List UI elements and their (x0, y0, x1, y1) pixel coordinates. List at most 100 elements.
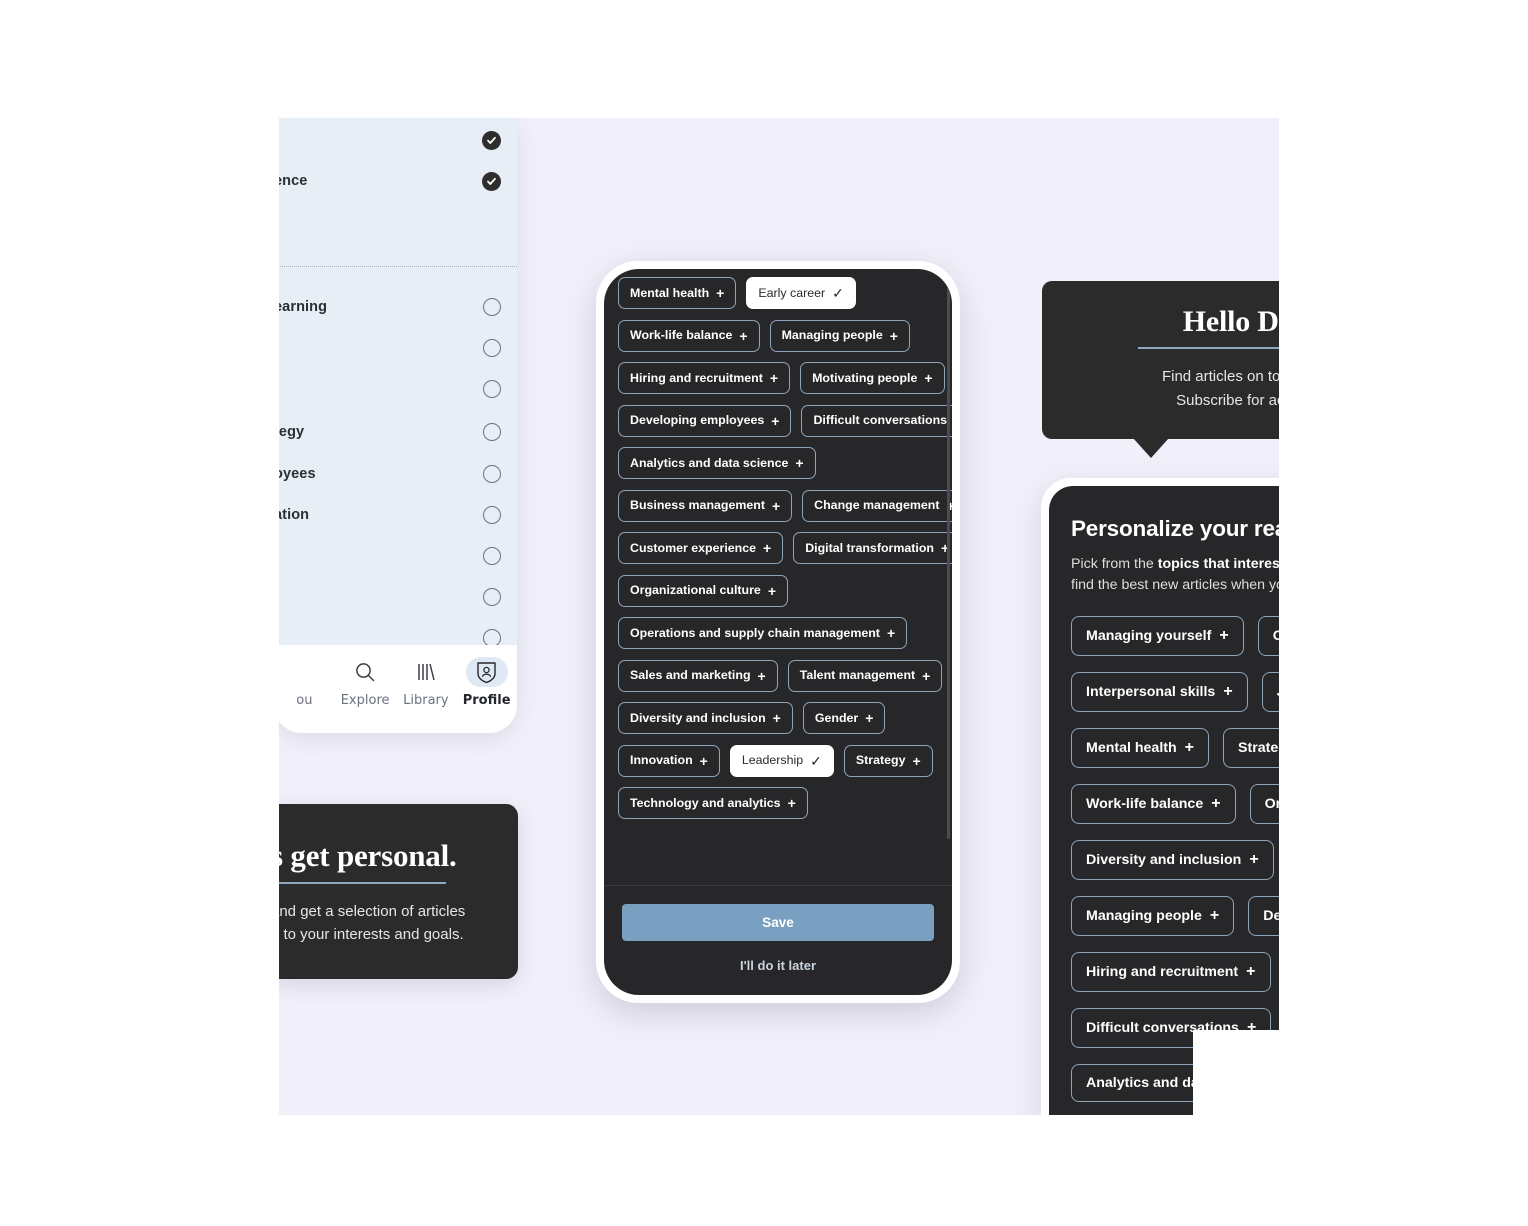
topic-chip[interactable]: Work-life balance + (1071, 784, 1236, 825)
topic-chip[interactable]: Digital transformation + (793, 532, 952, 564)
tab-explore[interactable]: Explore (335, 657, 396, 708)
topic-chip[interactable]: Managing people + (769, 319, 910, 352)
plus-icon: + (772, 710, 781, 726)
topic-chip[interactable]: Gender + (802, 702, 886, 734)
hello-rule (1138, 347, 1279, 349)
topic-chip[interactable]: Work-life balance + (618, 319, 760, 352)
topic-chip[interactable]: Technology and analytics + (618, 787, 808, 819)
topic-chip[interactable]: Hiring and recruitment + (1071, 952, 1271, 993)
list-item[interactable]: earning (279, 293, 517, 321)
topic-chip[interactable]: Mental health + (1071, 728, 1209, 769)
topic-chip[interactable]: Managing yourself + (1071, 616, 1244, 657)
topic-chip[interactable]: Strategy+ (1223, 728, 1279, 769)
personalize-chip-row: Interpersonal skills + Job searc (1071, 672, 1279, 713)
topic-chip[interactable]: Motivating people + (800, 362, 945, 394)
radio-unchecked-icon[interactable] (483, 547, 501, 565)
radio-unchecked-icon[interactable] (483, 380, 501, 398)
topic-chip-row: Hiring and recruitment + Motivating people… (618, 362, 945, 394)
topic-chip-label: Talent management (799, 668, 916, 683)
topic-chip-label: Work-life balance (630, 328, 733, 343)
topic-chip[interactable]: Managing people + (1071, 896, 1235, 937)
radio-unchecked-icon[interactable] (483, 465, 501, 483)
list-item-label: oyees (279, 466, 316, 482)
personalize-chip-row: Hiring and recruitment+Motiv (1071, 952, 1279, 993)
topic-chip[interactable]: Diversity and inclusion + (618, 702, 793, 734)
topic-chip[interactable]: Strategy+ (843, 744, 933, 777)
save-button[interactable]: Save (622, 904, 934, 941)
list-item[interactable] (279, 334, 517, 362)
topic-chip-label: Managing people (781, 328, 883, 343)
check-icon[interactable] (482, 130, 501, 150)
list-item[interactable]: oyees (279, 460, 517, 488)
topic-chip[interactable]: Organizati (1249, 784, 1279, 825)
promo-body-line1: and get a selection of articles (279, 902, 466, 920)
topic-chip-label: Hiring and recruitment (630, 370, 763, 385)
topic-chip[interactable]: Mental health + (618, 277, 737, 309)
list-item[interactable]: ence (279, 167, 517, 195)
topic-chip[interactable]: Career pl (1257, 616, 1279, 657)
plus-icon: + (769, 370, 779, 386)
do-it-later-link[interactable]: I'll do it later (622, 958, 934, 973)
topic-chip-label: Mental health (1086, 740, 1177, 757)
list-item-label: earning (279, 299, 328, 315)
topic-chip[interactable]: Analytics and data science + (618, 447, 816, 479)
tab-label: Profile (462, 693, 511, 708)
topic-chip-row: Work-life balance + Managing people + (618, 319, 938, 352)
topic-chip-label: Hiring and recruitment (1086, 964, 1239, 981)
topic-chip[interactable]: Difficult conversations+ (801, 404, 952, 437)
topic-chip[interactable]: Interpersonal skills + (1071, 672, 1248, 713)
topic-chip[interactable]: Change management+ (802, 489, 952, 522)
topic-chip[interactable]: Operations and supply chain management + (618, 617, 908, 649)
radio-unchecked-icon[interactable] (483, 588, 501, 606)
design-canvas: ence earning (279, 118, 1279, 1115)
radio-unchecked-icon[interactable] (483, 506, 501, 524)
topic-chip-label: Job searc (1277, 685, 1279, 699)
topic-chip[interactable]: Innovation + (618, 744, 720, 777)
topic-chip[interactable]: Organizational culture + (618, 574, 788, 607)
topic-chip-label: Organizational culture (630, 583, 761, 598)
topic-chip[interactable]: Leadership ✓ (729, 744, 834, 777)
topic-chip-row: Business management + Change management+ (618, 489, 952, 522)
topic-chip-scroll-area[interactable]: Mental health + Early career ✓ Work-life bal… (604, 269, 952, 885)
plus-icon: + (763, 540, 772, 556)
list-item[interactable]: tegy (279, 418, 517, 446)
plus-icon: + (1184, 739, 1194, 757)
hello-greeting-card: Hello Danie Find articles on topics you … (1042, 281, 1279, 458)
list-item[interactable] (279, 583, 517, 611)
list-item[interactable] (279, 542, 517, 570)
plus-icon: + (1223, 683, 1233, 701)
topic-chip[interactable]: Developing employees + (618, 404, 792, 437)
list-item[interactable]: ation (279, 501, 517, 529)
topic-chip[interactable]: Sales and marketing + (618, 659, 778, 692)
library-icon (405, 657, 447, 687)
hello-body: Find articles on topics you fo Subscribe … (1072, 365, 1279, 413)
topic-chip[interactable]: Early career ✓ (746, 277, 856, 309)
radio-unchecked-icon[interactable] (483, 423, 501, 441)
list-item[interactable] (279, 126, 517, 154)
topic-chip[interactable]: Job searc (1261, 672, 1279, 713)
radio-unchecked-icon[interactable] (483, 339, 501, 357)
tab-for-you[interactable]: ou (279, 657, 335, 708)
plus-icon: + (1219, 627, 1229, 645)
topic-chip-label: Work-life balance (1086, 796, 1204, 813)
tab-label: Explore (340, 693, 390, 708)
topic-chip-row: Sales and marketing + Talent management + (618, 659, 943, 692)
plus-icon: + (739, 327, 748, 344)
scrollbar[interactable] (947, 269, 950, 839)
tab-profile[interactable]: Profile (456, 657, 517, 708)
hello-line1: Find articles on topics you fo (1161, 367, 1279, 385)
topic-chip[interactable]: Developing (1248, 896, 1279, 937)
topic-chip-label: Sales and marketing (630, 668, 751, 683)
check-icon[interactable] (482, 171, 501, 191)
radio-unchecked-icon[interactable] (483, 298, 501, 316)
plus-icon: + (795, 455, 804, 471)
topic-chip[interactable]: Diversity and inclusion + (1071, 840, 1274, 881)
list-item[interactable] (279, 375, 517, 403)
tooltip-tail (1133, 437, 1169, 458)
center-phone-screen: Mental health + Early career ✓ Work-life bal… (604, 269, 952, 995)
topic-chip[interactable]: Talent management + (787, 659, 943, 692)
tab-library[interactable]: Library (396, 657, 457, 708)
topic-chip[interactable]: Customer experience + (618, 532, 784, 564)
topic-chip[interactable]: Hiring and recruitment + (618, 362, 791, 394)
topic-chip[interactable]: Business management + (618, 489, 793, 522)
